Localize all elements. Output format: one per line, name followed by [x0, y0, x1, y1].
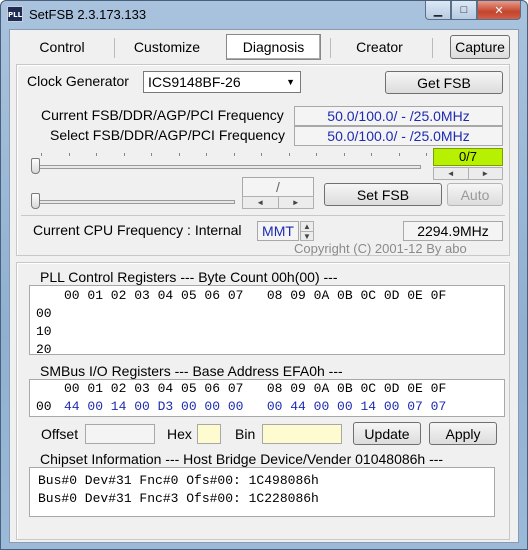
cpu-frequency-value: 2294.9MHz	[403, 221, 503, 241]
close-button[interactable]: ✕	[477, 1, 521, 20]
pll-row-label: 10	[36, 324, 52, 339]
pll-registers-header: PLL Control Registers --- Byte Count 00h…	[40, 269, 338, 285]
chevron-down-icon: ▼	[286, 77, 295, 87]
arrow-up-icon[interactable]: ▲	[301, 222, 313, 231]
pll-registers-box: 00 01 02 03 04 05 06 07 08 09 0A 0B 0C 0…	[29, 285, 505, 357]
clock-generator-value: ICS9148BF-26	[148, 74, 241, 90]
window-title: SetFSB 2.3.173.133	[29, 7, 147, 22]
tab-divider	[432, 38, 433, 58]
arrow-right-icon[interactable]: ►	[277, 197, 314, 208]
select-frequency-label: Select FSB/DDR/AGP/PCI Frequency	[50, 127, 285, 143]
update-button[interactable]: Update	[353, 422, 421, 445]
minimize-icon: ▁	[433, 4, 443, 17]
smbus-registers-header: SMBus I/O Registers --- Base Address EFA…	[40, 363, 343, 379]
fsb-slider-track[interactable]	[35, 165, 421, 169]
current-frequency-label: Current FSB/DDR/AGP/PCI Frequency	[41, 107, 284, 123]
pll-column-header: 00 01 02 03 04 05 06 07 08 09 0A 0B 0C 0…	[64, 288, 447, 303]
chipset-info-line: Bus#0 Dev#31 Fnc#3 Ofs#00: 1C228086h	[38, 491, 319, 506]
get-fsb-button[interactable]: Get FSB	[385, 71, 503, 94]
pci-slider-thumb[interactable]	[31, 193, 40, 209]
clock-generator-select[interactable]: ICS9148BF-26 ▼	[143, 71, 301, 93]
tab-diagnosis[interactable]: Diagnosis	[226, 34, 321, 60]
bin-field[interactable]	[262, 424, 342, 444]
tab-customize[interactable]: Customize	[117, 34, 217, 60]
fsb-slider-ticks	[41, 153, 427, 156]
hex-field[interactable]	[197, 424, 221, 444]
copyright-text: Copyright (C) 2001-12 By abo	[294, 241, 467, 256]
smbus-row-values: 44 00 14 00 D3 00 00 00 00 44 00 00 14 0…	[64, 399, 447, 414]
maximize-icon: □	[460, 4, 468, 16]
set-fsb-button[interactable]: Set FSB	[324, 183, 442, 206]
client-area: Control Customize Diagnosis Creator Capt…	[9, 29, 519, 543]
cpu-mode-spinner[interactable]: ▲ ▼	[300, 221, 314, 241]
capture-button[interactable]: Capture	[450, 35, 510, 59]
clock-generator-label: Clock Generator	[27, 73, 129, 89]
arrow-left-icon[interactable]: ◄	[243, 197, 278, 208]
cpu-frequency-label: Current CPU Frequency : Internal	[33, 222, 242, 238]
tab-divider	[330, 38, 331, 58]
tab-divider	[114, 38, 115, 58]
tab-control[interactable]: Control	[12, 34, 112, 60]
close-icon: ✕	[494, 4, 504, 17]
divider	[21, 215, 505, 216]
apply-button[interactable]: Apply	[429, 422, 497, 445]
cpu-mode-value: MMT	[257, 221, 299, 241]
pll-row-label: 20	[36, 342, 52, 357]
diagnosis-panel: PLL Control Registers --- Byte Count 00h…	[16, 262, 510, 540]
smbus-column-header: 00 01 02 03 04 05 06 07 08 09 0A 0B 0C 0…	[64, 381, 447, 396]
pll-row-label: 00	[36, 306, 52, 321]
arrow-down-icon[interactable]: ▼	[301, 231, 313, 241]
ratio-spinner[interactable]: ◄ ►	[433, 167, 503, 180]
auto-button[interactable]: Auto	[447, 183, 503, 206]
window-controls: ▁ □ ✕	[425, 1, 521, 21]
minimize-button[interactable]: ▁	[425, 1, 451, 20]
fsb-panel: Clock Generator ICS9148BF-26 ▼ Get FSB C…	[16, 64, 510, 256]
smbus-row-label: 00	[36, 399, 52, 414]
chipset-info-header: Chipset Information --- Host Bridge Devi…	[40, 451, 444, 467]
hex-label: Hex	[167, 426, 192, 442]
chipset-info-line: Bus#0 Dev#31 Fnc#0 Ofs#00: 1C498086h	[38, 473, 319, 488]
manual-value-field[interactable]: /	[242, 177, 314, 197]
arrow-right-icon[interactable]: ►	[467, 168, 503, 179]
offset-field[interactable]	[85, 424, 155, 444]
tab-bar: Control Customize Diagnosis Creator	[10, 34, 520, 62]
title-bar[interactable]: PLL SetFSB 2.3.173.133 ▁ □ ✕	[1, 1, 527, 29]
select-frequency-value: 50.0/100.0/ - /25.0MHz	[294, 126, 503, 146]
manual-spinner[interactable]: ◄ ►	[242, 196, 314, 209]
arrow-left-icon[interactable]: ◄	[434, 168, 468, 179]
current-frequency-value: 50.0/100.0/ - /25.0MHz	[294, 106, 503, 126]
bin-label: Bin	[235, 426, 256, 442]
smbus-registers-box: 00 01 02 03 04 05 06 07 08 09 0A 0B 0C 0…	[29, 379, 505, 417]
maximize-button[interactable]: □	[451, 1, 477, 20]
pci-slider-track[interactable]	[35, 200, 235, 204]
app-window: PLL SetFSB 2.3.173.133 ▁ □ ✕ Control Cus…	[0, 0, 528, 550]
offset-label: Offset	[41, 426, 79, 442]
pll-app-icon: PLL	[7, 6, 23, 22]
multiplier-ratio: 0/7	[433, 148, 503, 166]
chipset-info-box: Bus#0 Dev#31 Fnc#0 Ofs#00: 1C498086h Bus…	[29, 467, 495, 517]
fsb-slider-thumb[interactable]	[31, 158, 40, 174]
tab-creator[interactable]: Creator	[332, 34, 427, 60]
